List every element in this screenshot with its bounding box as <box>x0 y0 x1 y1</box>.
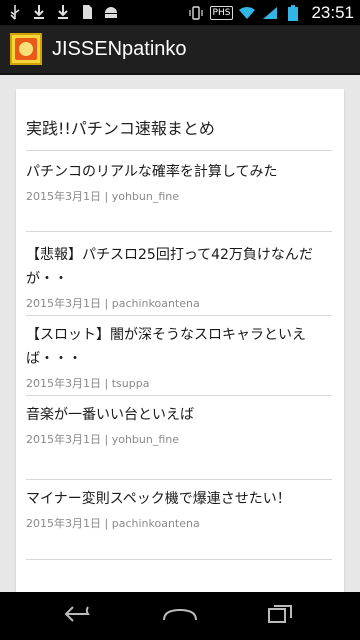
app-logo-icon[interactable] <box>10 33 42 65</box>
divider <box>26 559 332 560</box>
list-item-date: 2015年3月1日 <box>26 433 101 446</box>
android-icon <box>102 3 120 21</box>
usb-icon <box>6 3 24 21</box>
list-item-meta: 2015年3月1日 | yohbun_fine <box>26 188 332 204</box>
list-item-source: tsuppa <box>111 377 150 390</box>
list-item-source: yohbun_fine <box>111 190 180 203</box>
recent-apps-button[interactable] <box>240 592 320 640</box>
list-item[interactable]: 音楽が一番いい台といえば 2015年3月1日 | yohbun_fine <box>26 403 332 447</box>
download-icon <box>54 3 72 21</box>
list-item-date: 2015年3月1日 <box>26 517 101 530</box>
list-item[interactable]: マイナー変則スペック機で爆連させたい！ 2015年3月1日 | pachinko… <box>26 487 332 531</box>
list-item-meta: 2015年3月1日 | tsuppa <box>26 375 332 391</box>
divider <box>26 395 332 396</box>
divider <box>26 315 332 316</box>
recent-apps-icon <box>267 604 293 628</box>
sd-card-icon <box>78 3 96 21</box>
list-item-source: pachinkoantena <box>111 517 200 530</box>
list-item[interactable]: 【スロット】闇が深そうなスロキャラといえば・・・ 2015年3月1日 | tsu… <box>26 323 332 391</box>
notification-icons <box>6 3 120 21</box>
list-item-title[interactable]: 音楽が一番いい台といえば <box>26 403 332 427</box>
list-item-source: pachinkoantena <box>111 297 200 310</box>
home-icon <box>160 606 200 626</box>
list-item-title[interactable]: 【スロット】闇が深そうなスロキャラといえば・・・ <box>26 323 332 371</box>
app-title: JISSENpatinko <box>52 37 187 60</box>
list-item-separator: | <box>104 297 109 310</box>
battery-icon <box>284 4 302 22</box>
list-item[interactable]: 【悲報】パチスロ25回打って42万負けなんだが・・ 2015年3月1日 | pa… <box>26 243 332 311</box>
list-item[interactable]: パチンコのリアルな確率を計算してみた 2015年3月1日 | yohbun_fi… <box>26 160 332 204</box>
list-item-meta: 2015年3月1日 | yohbun_fine <box>26 431 332 447</box>
list-item-title[interactable]: 【悲報】パチスロ25回打って42万負けなんだが・・ <box>26 243 332 291</box>
system-status-icons: PHS 23:51 <box>187 3 354 23</box>
list-item-separator: | <box>104 190 109 203</box>
list-item-meta: 2015年3月1日 | pachinkoantena <box>26 515 332 531</box>
navigation-bar <box>0 592 360 640</box>
list-item-separator: | <box>104 433 109 446</box>
main-content[interactable]: 実践!!パチンコ速報まとめ パチンコのリアルな確率を計算してみた 2015年3月… <box>0 75 360 592</box>
divider <box>26 150 332 151</box>
list-item-separator: | <box>104 517 109 530</box>
status-clock: 23:51 <box>311 3 354 22</box>
card-title: 実践!!パチンコ速報まとめ <box>26 119 215 138</box>
divider <box>26 479 332 480</box>
list-item-title[interactable]: パチンコのリアルな確率を計算してみた <box>26 160 332 184</box>
signal-icon <box>261 4 279 22</box>
back-icon <box>63 605 97 627</box>
phs-icon: PHS <box>209 6 234 20</box>
divider <box>26 231 332 232</box>
list-item-meta: 2015年3月1日 | pachinkoantena <box>26 295 332 311</box>
download-icon <box>30 3 48 21</box>
list-item-separator: | <box>104 377 109 390</box>
list-item-date: 2015年3月1日 <box>26 297 101 310</box>
vibrate-icon <box>187 4 205 22</box>
article-card: 実践!!パチンコ速報まとめ パチンコのリアルな確率を計算してみた 2015年3月… <box>16 89 344 592</box>
wifi-icon <box>238 4 256 22</box>
status-bar: PHS 23:51 <box>0 0 360 25</box>
back-button[interactable] <box>40 592 120 640</box>
action-bar: JISSENpatinko <box>0 25 360 75</box>
list-item-date: 2015年3月1日 <box>26 377 101 390</box>
list-item-title[interactable]: マイナー変則スペック機で爆連させたい！ <box>26 487 332 511</box>
list-item-source: yohbun_fine <box>111 433 180 446</box>
list-item-date: 2015年3月1日 <box>26 190 101 203</box>
home-button[interactable] <box>140 592 220 640</box>
